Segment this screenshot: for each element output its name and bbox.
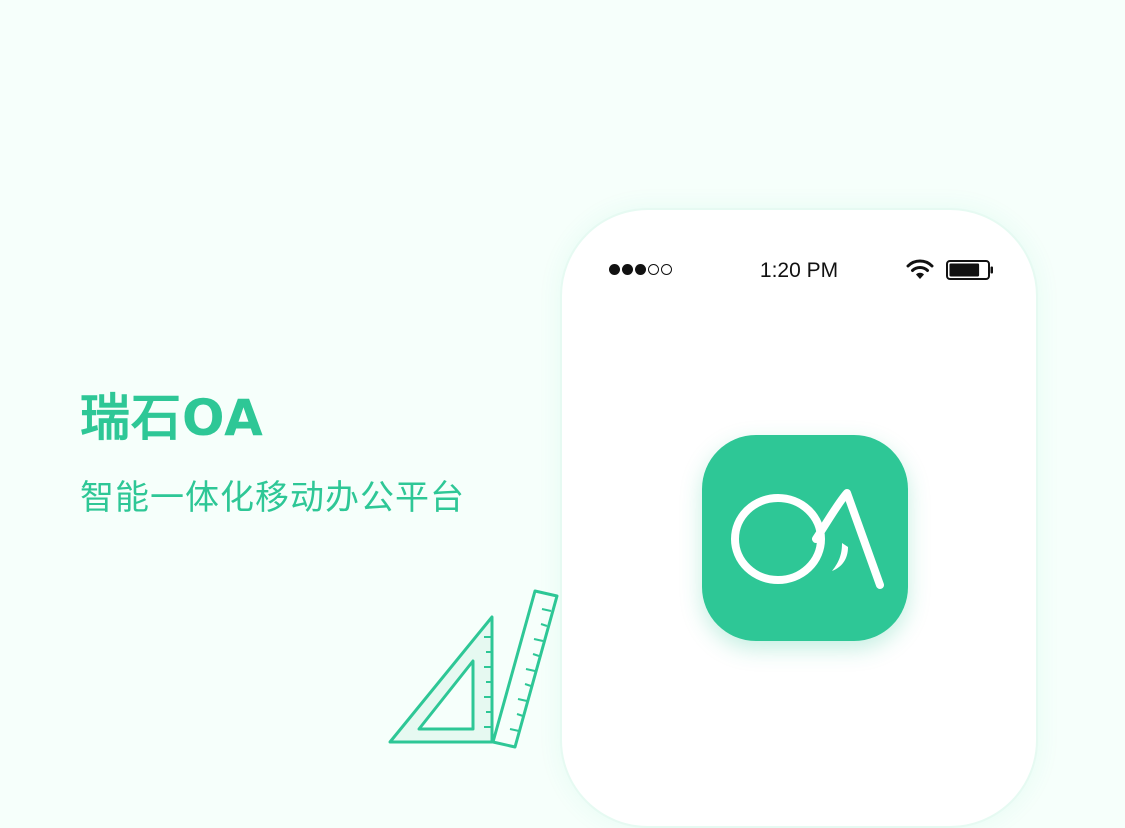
oa-logo-icon <box>731 489 884 589</box>
wifi-icon <box>906 259 934 279</box>
phone-mockup: 1:20 PM <box>560 208 1038 828</box>
ruler-triangle-icon <box>388 589 559 749</box>
status-bar: 1:20 PM <box>562 256 1036 286</box>
app-title: 瑞石OA <box>80 389 264 447</box>
app-subtitle: 智能一体化移动办公平台 <box>80 478 465 518</box>
app-icon[interactable] <box>702 435 908 641</box>
battery-icon <box>946 260 993 280</box>
